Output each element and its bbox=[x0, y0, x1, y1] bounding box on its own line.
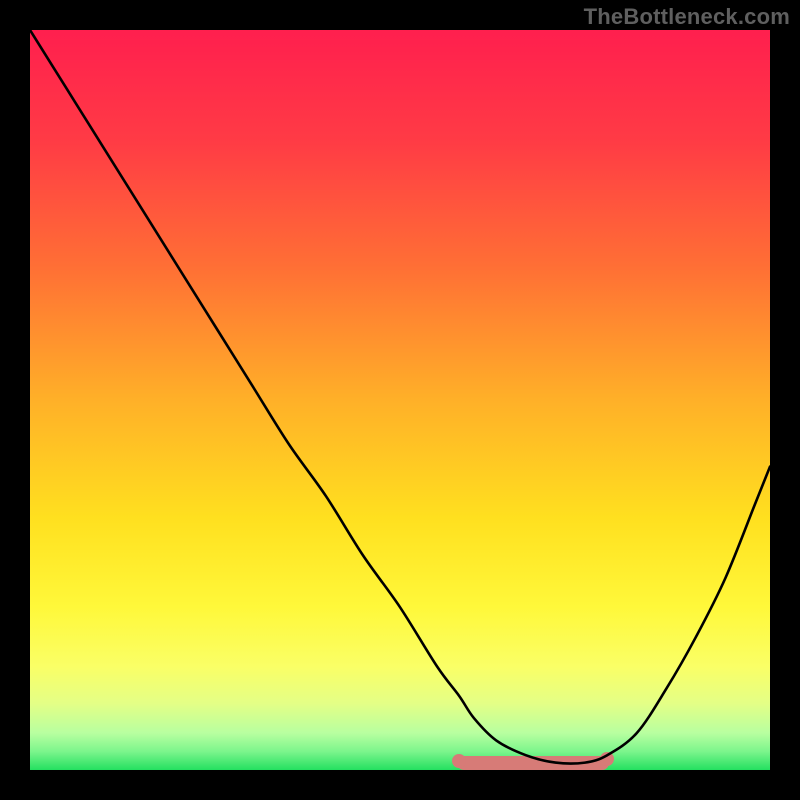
chart-frame: TheBottleneck.com bbox=[0, 0, 800, 800]
watermark-text: TheBottleneck.com bbox=[584, 4, 790, 30]
plot-area bbox=[30, 30, 770, 770]
bottleneck-curve-line bbox=[30, 30, 770, 770]
